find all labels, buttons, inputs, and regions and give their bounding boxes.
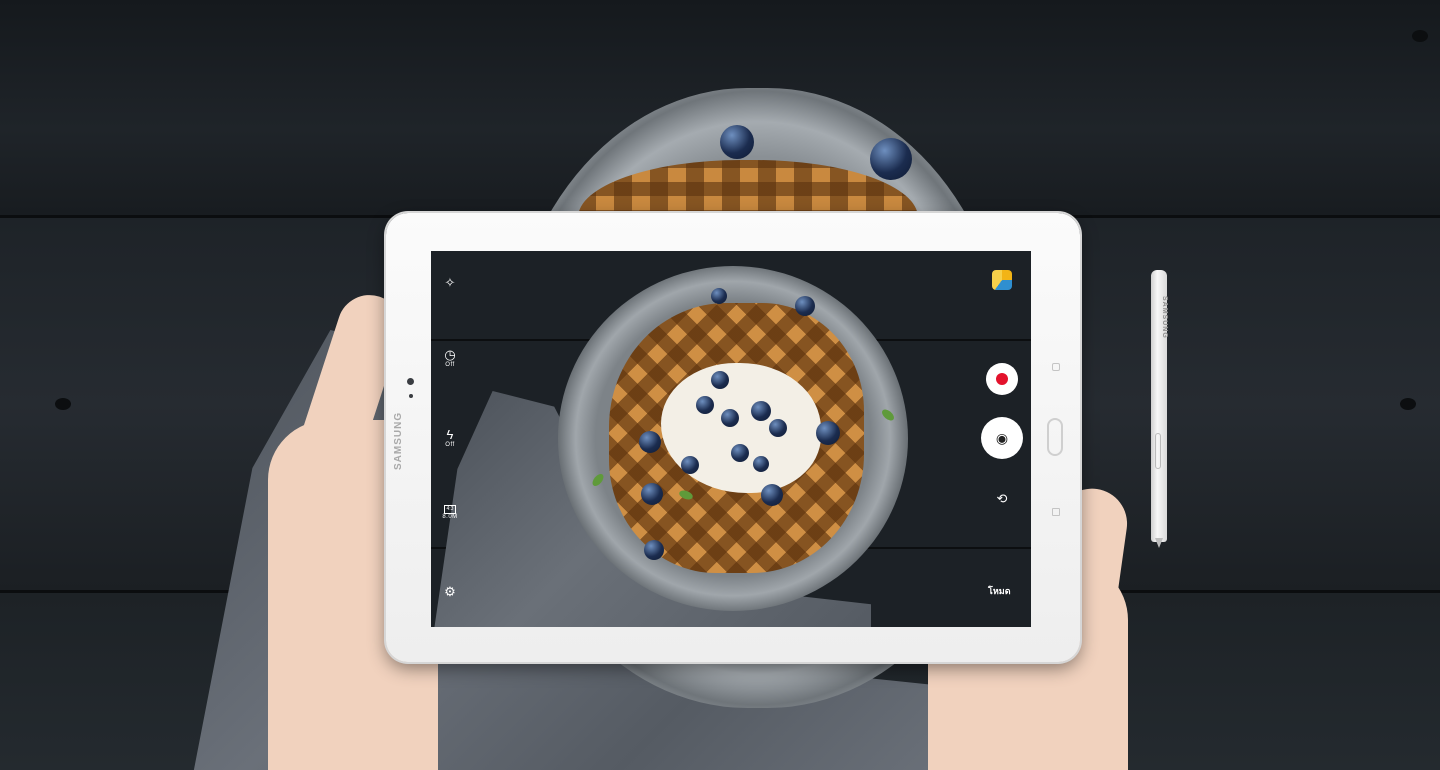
magic-wand-button[interactable]: ✧ xyxy=(440,276,460,290)
camera-icon: ◉ xyxy=(995,429,1009,446)
blueberry xyxy=(731,444,749,462)
home-button[interactable] xyxy=(1047,418,1063,456)
blueberry xyxy=(641,483,663,505)
s-pen-button xyxy=(1155,433,1161,469)
front-camera xyxy=(407,378,414,385)
picture-size-label: 8.0M xyxy=(442,514,458,520)
blueberry xyxy=(753,456,769,472)
picture-size-button[interactable]: 4:3 8.0M xyxy=(438,505,462,521)
flash-label: Off xyxy=(445,442,455,448)
blueberry xyxy=(795,296,815,316)
sensor xyxy=(409,394,413,398)
shutter-button[interactable]: ◉ xyxy=(981,417,1023,459)
blueberry xyxy=(761,484,783,506)
recent-apps-key[interactable] xyxy=(1052,363,1060,371)
blueberry xyxy=(644,540,664,560)
s-pen-brand: SAMSUNG xyxy=(1161,296,1168,339)
back-key[interactable] xyxy=(1052,508,1060,516)
wood-knot xyxy=(1412,30,1428,42)
aspect-ratio-icon: 4:3 xyxy=(444,505,456,514)
wood-knot xyxy=(55,398,71,410)
timer-label: Off xyxy=(445,362,455,368)
blueberry xyxy=(681,456,699,474)
blueberry xyxy=(720,125,754,159)
blueberry xyxy=(816,421,840,445)
record-button[interactable] xyxy=(986,363,1018,395)
blueberry xyxy=(711,371,729,389)
flash-button[interactable]: ϟ Off xyxy=(440,428,460,449)
blueberry xyxy=(639,431,661,453)
blueberry xyxy=(751,401,771,421)
switch-camera-icon: ⟲ xyxy=(996,491,1008,506)
blueberry xyxy=(711,288,727,304)
mode-button[interactable]: โหมด xyxy=(988,584,1011,598)
photo-scene: SAMSUNG ✧ ◷ Off ϟ Off 4:3 8.0M ⚙ ◉ ⟲ โหม… xyxy=(0,0,1440,770)
gear-icon: ⚙ xyxy=(444,584,456,599)
timer-icon: ◷ xyxy=(444,347,456,362)
tablet-brand: SAMSUNG xyxy=(393,411,404,470)
timer-button[interactable]: ◷ Off xyxy=(440,348,460,369)
blueberry xyxy=(721,409,739,427)
blueberry xyxy=(769,419,787,437)
tablet-screen xyxy=(431,251,1031,627)
magic-wand-icon: ✧ xyxy=(444,275,456,290)
record-icon xyxy=(996,373,1008,385)
settings-button[interactable]: ⚙ xyxy=(440,585,460,599)
flash-icon: ϟ xyxy=(446,427,454,442)
switch-camera-button[interactable]: ⟲ xyxy=(992,492,1012,506)
blueberry xyxy=(696,396,714,414)
wood-knot xyxy=(1400,398,1416,410)
gallery-thumbnail-icon[interactable] xyxy=(992,270,1012,290)
blueberry xyxy=(870,138,912,180)
